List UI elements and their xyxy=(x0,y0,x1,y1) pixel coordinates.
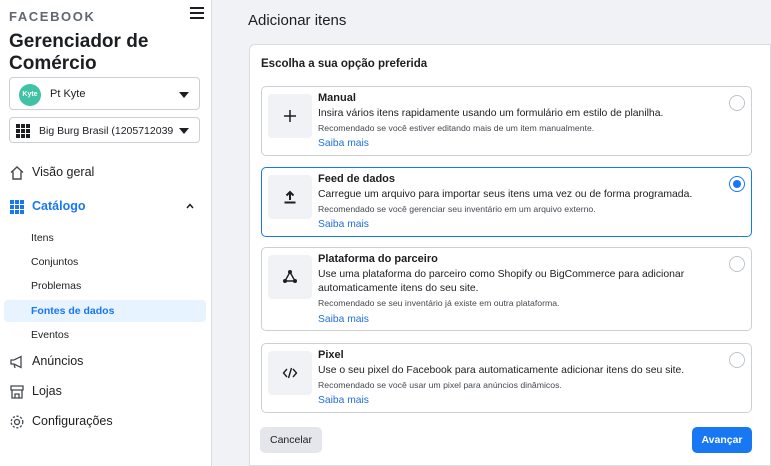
upload-icon xyxy=(268,175,312,219)
option-rec: Recomendado se você estiver editando mai… xyxy=(318,123,595,133)
radio-manual[interactable] xyxy=(729,95,745,111)
nav-settings[interactable]: Configurações xyxy=(9,412,204,434)
nav-catalog-label: Catálogo xyxy=(32,199,86,213)
card-subtitle: Escolha a sua opção preferida xyxy=(261,58,428,70)
option-desc: Insira vários itens rapidamente usando u… xyxy=(318,108,664,119)
option-title: Feed de dados xyxy=(318,173,396,185)
option-title: Plataforma do parceiro xyxy=(318,253,438,265)
account-selector[interactable]: Kyte Pt Kyte xyxy=(9,77,200,110)
sidebar: FACEBOOK Gerenciador de Comércio Kyte Pt… xyxy=(0,0,212,466)
option-data-feed[interactable]: Feed de dados Carregue um arquivo para i… xyxy=(261,167,752,237)
gear-icon xyxy=(10,415,24,429)
catalog-selector[interactable]: Big Burg Brasil (1205712039... xyxy=(9,117,200,143)
option-desc: Use uma plataforma do parceiro como Shop… xyxy=(318,269,685,294)
shop-icon xyxy=(10,385,24,399)
account-name: Pt Kyte xyxy=(50,88,86,100)
radio-partner-platform[interactable] xyxy=(729,256,745,272)
sidebar-item-problemas[interactable]: Problemas xyxy=(4,275,206,297)
next-button[interactable]: Avançar xyxy=(692,427,752,453)
radio-data-feed[interactable] xyxy=(729,176,745,192)
brand-row: FACEBOOK xyxy=(9,7,204,24)
home-icon xyxy=(10,166,24,180)
menu-icon[interactable] xyxy=(190,7,204,20)
nav-shops-label: Lojas xyxy=(32,384,62,398)
code-icon xyxy=(268,351,312,395)
learn-more-link[interactable]: Saiba mais xyxy=(318,395,369,406)
option-rec: Recomendado se seu inventário já existe … xyxy=(318,298,560,308)
nav-ads[interactable]: Anúncios xyxy=(9,352,204,374)
cancel-button[interactable]: Cancelar xyxy=(260,427,322,453)
sidebar-item-conjuntos[interactable]: Conjuntos xyxy=(4,251,206,273)
account-avatar: Kyte xyxy=(19,84,41,106)
nav-settings-label: Configurações xyxy=(32,414,113,428)
option-rec: Recomendado se você gerenciar seu invent… xyxy=(318,204,596,214)
catalog-grid-icon xyxy=(16,124,30,138)
page-title: Adicionar itens xyxy=(248,12,347,29)
caret-down-icon xyxy=(179,92,189,98)
nav-ads-label: Anúncios xyxy=(32,354,84,368)
learn-more-link[interactable]: Saiba mais xyxy=(318,314,369,325)
catalog-name: Big Burg Brasil (1205712039... xyxy=(39,125,173,137)
nav-overview[interactable]: Visão geral xyxy=(9,163,204,185)
sidebar-item-fontes-de-dados[interactable]: Fontes de dados xyxy=(4,300,206,322)
nav-catalog[interactable]: Catálogo xyxy=(9,197,204,219)
radio-pixel[interactable] xyxy=(729,352,745,368)
caret-down-icon xyxy=(179,128,189,134)
option-desc: Carregue um arquivo para importar seus i… xyxy=(318,189,693,200)
app-title: Gerenciador de Comércio xyxy=(9,31,149,74)
option-manual[interactable]: Manual Insira vários itens rapidamente u… xyxy=(261,86,752,156)
nav-overview-label: Visão geral xyxy=(32,165,95,179)
catalog-icon xyxy=(10,200,24,214)
add-items-card: Escolha a sua opção preferida Manual Ins… xyxy=(249,44,771,466)
option-title: Manual xyxy=(318,92,356,104)
chevron-up-icon[interactable] xyxy=(186,202,194,210)
sidebar-item-itens[interactable]: Itens xyxy=(4,227,206,249)
sidebar-item-eventos[interactable]: Eventos xyxy=(4,324,206,346)
option-pixel[interactable]: Pixel Use o seu pixel do Facebook para a… xyxy=(261,343,752,413)
option-desc: Use o seu pixel do Facebook para automat… xyxy=(318,365,685,376)
partner-network-icon xyxy=(268,255,312,299)
nav-shops[interactable]: Lojas xyxy=(9,382,204,404)
option-rec: Recomendado se você usar um pixel para a… xyxy=(318,380,562,390)
megaphone-icon xyxy=(10,355,22,369)
plus-icon xyxy=(268,94,312,138)
learn-more-link[interactable]: Saiba mais xyxy=(318,138,369,149)
learn-more-link[interactable]: Saiba mais xyxy=(318,219,369,230)
facebook-logo: FACEBOOK xyxy=(9,9,96,24)
option-partner-platform[interactable]: Plataforma do parceiro Use uma plataform… xyxy=(261,247,752,331)
option-title: Pixel xyxy=(318,349,344,361)
